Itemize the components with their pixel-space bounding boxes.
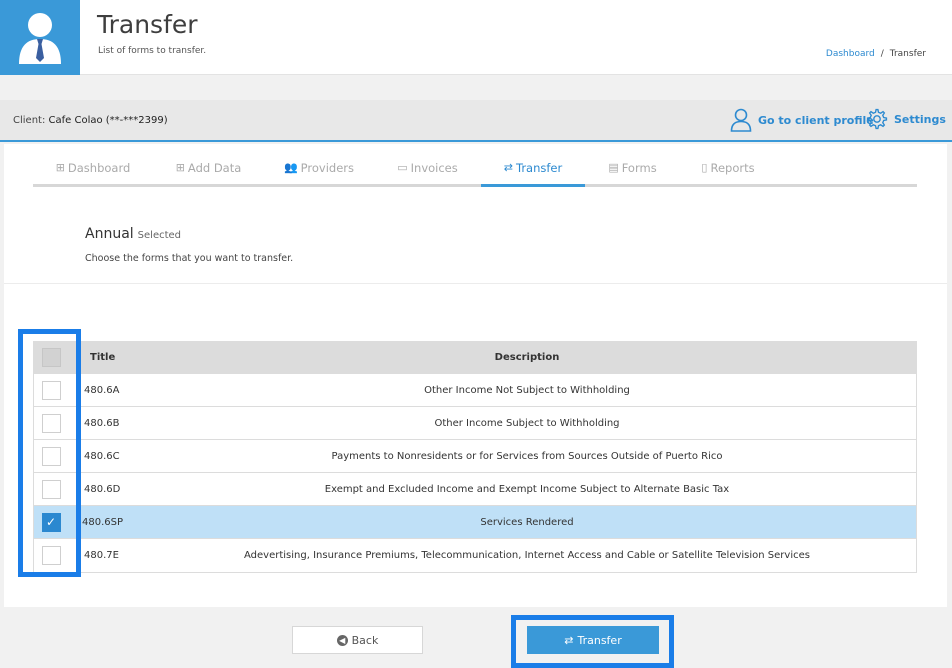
tab-transfer[interactable]: ⇄ Transfer	[481, 151, 585, 187]
arrow-left-circle-icon: ◀	[336, 634, 348, 646]
tab-reports[interactable]: ▯ Reports	[680, 151, 776, 184]
form-description: Other Income Subject to Withholding	[434, 417, 620, 429]
table-header-row: Title Description	[34, 342, 916, 374]
breadcrumb: Dashboard / Transfer	[826, 49, 926, 59]
form-description: Adevertising, Insurance Premiums, Teleco…	[244, 550, 810, 561]
tab-invoices[interactable]: ▭ Invoices	[374, 151, 481, 184]
form-description: Other Income Not Subject to Withholding	[424, 384, 630, 396]
breadcrumb-separator: /	[880, 49, 884, 59]
page-header: Transfer List of forms to transfer. Dash…	[0, 0, 952, 75]
tab-transfer-label: Transfer	[515, 160, 563, 175]
table-row-selected[interactable]: ✓ 480.6SP Services Rendered	[34, 506, 916, 539]
tab-add-data[interactable]: ⊞ Add Data	[153, 151, 264, 184]
table-row[interactable]: 480.6A Other Income Not Subject to Withh…	[34, 374, 916, 407]
clipboard-icon: ▯	[701, 161, 708, 174]
go-to-client-profile-link[interactable]: Go to client profile	[730, 108, 874, 132]
tab-invoices-label: Invoices	[410, 160, 458, 175]
section-hint: Choose the forms that you want to transf…	[85, 253, 294, 264]
tab-dashboard[interactable]: ⊞ Dashboard	[33, 151, 153, 184]
section-selected-label: Selected	[137, 230, 182, 241]
tab-reports-label: Reports	[710, 160, 755, 175]
document-icon: ▤	[608, 161, 619, 174]
form-description: Exempt and Excluded Income and Exempt In…	[324, 483, 730, 495]
table-row[interactable]: 480.6D Exempt and Excluded Income and Ex…	[34, 473, 916, 506]
form-description: Payments to Nonresidents or for Services…	[331, 450, 723, 462]
client-label: Client:	[13, 115, 46, 126]
back-button-label: Back	[351, 633, 379, 647]
tab-forms-label: Forms	[621, 160, 657, 175]
breadcrumb-dashboard-link[interactable]: Dashboard	[826, 49, 875, 59]
form-description: Services Rendered	[480, 516, 574, 528]
checkbox-column-highlight	[18, 329, 81, 577]
section-name: Annual	[85, 226, 134, 242]
page-subtitle: List of forms to transfer.	[98, 46, 207, 56]
plus-square-icon: ⊞	[175, 161, 185, 174]
gear-icon	[866, 108, 888, 130]
tab-dashboard-label: Dashboard	[67, 160, 131, 175]
forms-table: Title Description 480.6A Other Income No…	[33, 341, 917, 573]
table-row[interactable]: 480.7E Adevertising, Insurance Premiums,…	[34, 539, 916, 572]
transfer-button-highlight	[511, 615, 674, 668]
settings-label: Settings	[894, 112, 946, 126]
table-row[interactable]: 480.6C Payments to Nonresidents or for S…	[34, 440, 916, 473]
users-icon: 👥	[283, 161, 298, 174]
section-title: Annual Selected	[85, 226, 181, 242]
go-to-client-profile-label: Go to client profile	[758, 113, 874, 127]
id-card-icon: ▭	[397, 161, 408, 174]
client-name: Cafe Colao (**-***2399)	[48, 115, 168, 126]
breadcrumb-current: Transfer	[889, 49, 926, 59]
tab-add-data-label: Add Data	[187, 160, 242, 175]
user-avatar	[0, 0, 80, 75]
tab-bar: ⊞ Dashboard ⊞ Add Data 👥 Providers ▭ Invoice…	[33, 151, 917, 187]
transfer-icon: ⇄	[503, 161, 513, 174]
tab-forms[interactable]: ▤ Forms	[585, 151, 680, 184]
main-panel: ⊞ Dashboard ⊞ Add Data 👥 Providers ▭ Invoice…	[4, 144, 947, 607]
column-header-description: Description	[494, 352, 560, 363]
divider	[4, 283, 947, 284]
grid-icon: ⊞	[55, 161, 65, 174]
user-icon	[19, 13, 61, 64]
page-title: Transfer	[97, 10, 198, 39]
person-outline-icon	[730, 108, 752, 132]
table-row[interactable]: 480.6B Other Income Subject to Withholdi…	[34, 407, 916, 440]
client-info: Client: Cafe Colao (**-***2399)	[13, 115, 168, 126]
back-button[interactable]: ◀ Back	[292, 626, 423, 654]
settings-link[interactable]: Settings	[866, 108, 946, 130]
tab-providers[interactable]: 👥 Providers	[264, 151, 374, 184]
tab-providers-label: Providers	[300, 160, 355, 175]
client-bar: Client: Cafe Colao (**-***2399) Go to cl…	[0, 100, 952, 142]
